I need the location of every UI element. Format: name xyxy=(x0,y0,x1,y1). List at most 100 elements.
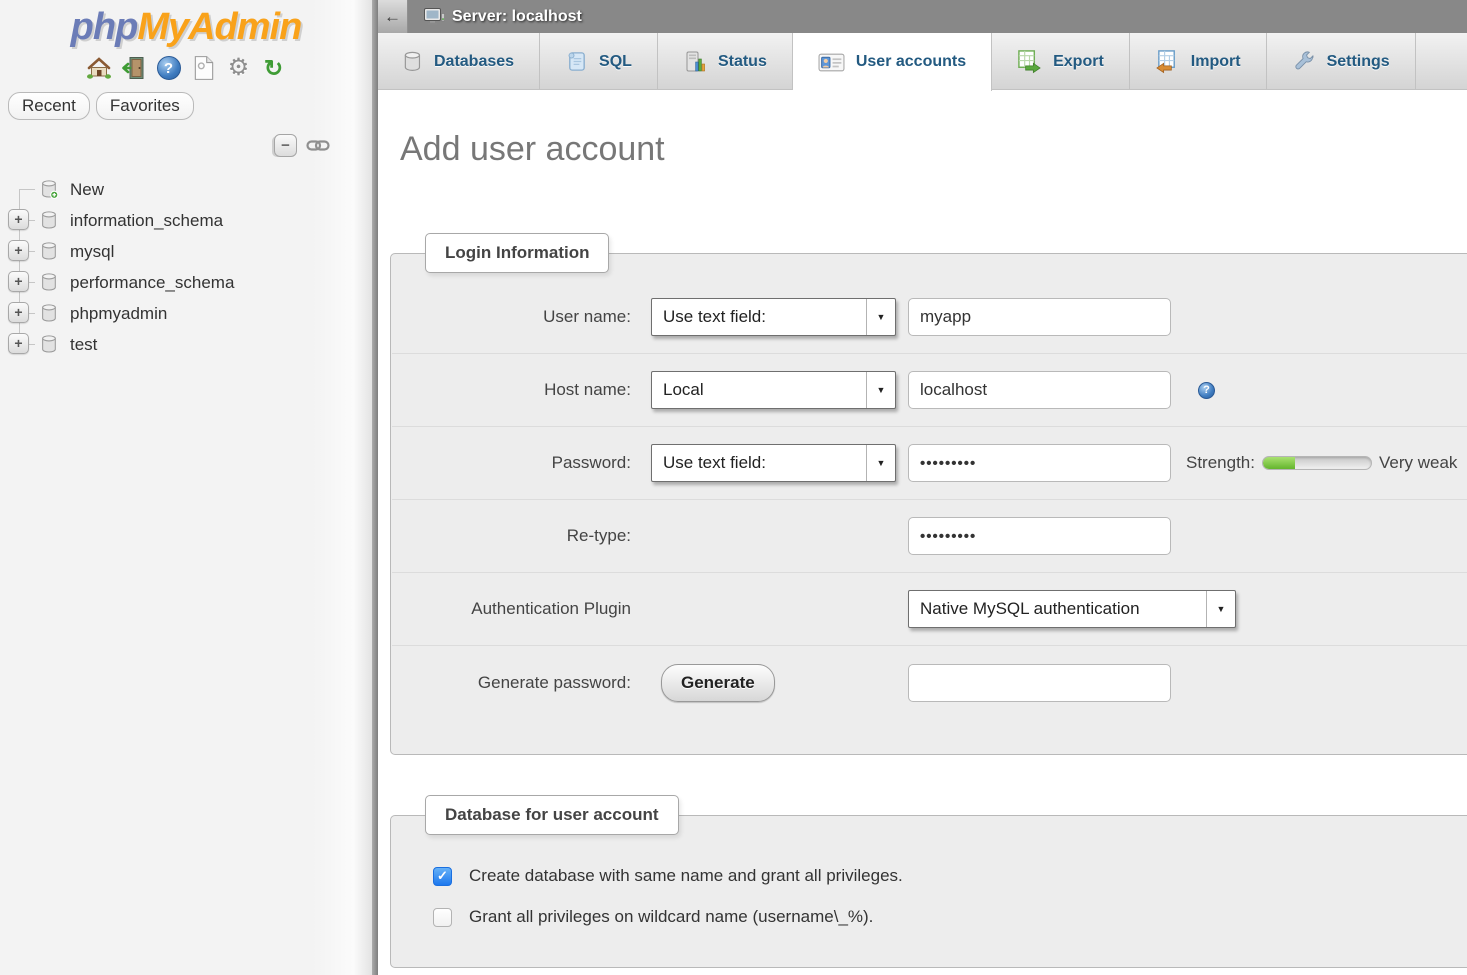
new-database-icon xyxy=(40,180,59,199)
generated-password-input[interactable] xyxy=(908,664,1171,702)
expand-icon[interactable]: + xyxy=(8,209,29,230)
password-label: Password: xyxy=(415,453,631,473)
auth-plugin-row: Authentication Plugin Native MySQL authe… xyxy=(392,573,1467,646)
grant-wildcard-option[interactable]: ✓ Grant all privileges on wildcard name … xyxy=(433,907,1467,927)
auth-plugin-select[interactable]: Native MySQL authentication ▼ xyxy=(908,590,1236,628)
tree-item-label: New xyxy=(70,180,104,200)
database-icon xyxy=(403,51,423,73)
grant-wildcard-label: Grant all privileges on wildcard name (u… xyxy=(469,907,873,927)
tab-sql[interactable]: SQL xyxy=(540,33,658,90)
database-icon xyxy=(40,242,59,261)
documentation-icon[interactable] xyxy=(190,55,217,82)
tab-databases[interactable]: Databases xyxy=(378,33,540,90)
tree-item-test[interactable]: + test xyxy=(0,329,372,360)
phpmyadmin-logo[interactable]: phpMyAdmin xyxy=(0,6,372,49)
hostname-row: Host name: Local ▼ ? xyxy=(392,354,1467,427)
link-with-main-panel-icon[interactable] xyxy=(306,139,330,152)
tree-item-performance-schema[interactable]: + performance_schema xyxy=(0,267,372,298)
database-for-user-account-legend: Database for user account xyxy=(425,795,679,835)
collapse-all-button[interactable]: − xyxy=(274,134,297,157)
tab-label: Import xyxy=(1191,53,1241,71)
chevron-down-icon: ▼ xyxy=(1206,591,1235,627)
tab-label: Export xyxy=(1053,53,1104,71)
create-database-checkbox[interactable]: ✓ xyxy=(433,867,452,886)
chevron-down-icon: ▼ xyxy=(866,299,895,335)
import-icon xyxy=(1155,49,1180,74)
logout-icon[interactable] xyxy=(120,55,147,82)
username-row: User name: Use text field: ▼ xyxy=(392,281,1467,354)
help-icon[interactable]: ? xyxy=(155,55,182,82)
tab-import[interactable]: Import xyxy=(1130,33,1267,90)
documentation-icon-graphic xyxy=(192,55,216,81)
password-type-select[interactable]: Use text field: ▼ xyxy=(651,444,896,482)
settings-gear-icon[interactable]: ⚙ xyxy=(225,55,252,82)
tree-item-mysql[interactable]: + mysql xyxy=(0,236,372,267)
strength-fill xyxy=(1263,457,1295,469)
expand-icon[interactable]: + xyxy=(8,271,29,292)
generate-button[interactable]: Generate xyxy=(661,664,775,702)
hostname-input[interactable] xyxy=(908,371,1171,409)
tab-label: Settings xyxy=(1327,53,1390,71)
password-input[interactable] xyxy=(908,444,1171,482)
expand-icon[interactable]: + xyxy=(8,240,29,261)
logo-myadmin-text: MyAdmin xyxy=(137,6,301,48)
server-title[interactable]: Server: localhost xyxy=(452,8,582,26)
select-value: Use text field: xyxy=(652,453,866,473)
create-database-option[interactable]: ✓ Create database with same name and gra… xyxy=(433,866,1467,886)
chevron-down-icon: ▼ xyxy=(866,372,895,408)
favorites-dropdown[interactable]: Favorites xyxy=(96,92,194,120)
expand-icon[interactable]: + xyxy=(8,302,29,323)
username-input[interactable] xyxy=(908,298,1171,336)
retype-row: Re-type: xyxy=(392,500,1467,573)
logo-php-text: php xyxy=(71,6,138,48)
login-information-fieldset: Login Information User name: Use text fi… xyxy=(390,253,1467,755)
navigation-panel: phpMyAdmin ? xyxy=(0,0,372,975)
home-icon-graphic xyxy=(86,55,112,81)
strength-label: Strength: xyxy=(1186,453,1255,473)
tree-item-new[interactable]: New xyxy=(0,174,372,205)
hostname-label: Host name: xyxy=(415,380,631,400)
tree-controls: − xyxy=(0,132,330,158)
hostname-type-select[interactable]: Local ▼ xyxy=(651,371,896,409)
strength-text: Very weak xyxy=(1379,453,1457,473)
reload-navigation-icon[interactable]: ↻ xyxy=(260,55,287,82)
select-value: Use text field: xyxy=(652,307,866,327)
server-tabs: Databases SQL xyxy=(378,33,1467,90)
logout-icon-graphic xyxy=(121,55,147,81)
auth-plugin-label: Authentication Plugin xyxy=(415,599,631,619)
password-row: Password: Use text field: ▼ Strength: Ve… xyxy=(392,427,1467,500)
generate-password-label: Generate password: xyxy=(415,673,631,693)
retype-label: Re-type: xyxy=(415,526,631,546)
tab-label: Databases xyxy=(434,53,514,71)
gear-glyph: ⚙ xyxy=(228,56,250,80)
retype-password-input[interactable] xyxy=(908,517,1171,555)
username-type-select[interactable]: Use text field: ▼ xyxy=(651,298,896,336)
checkmark-icon: ✓ xyxy=(437,868,448,884)
chevron-down-icon: ▼ xyxy=(866,445,895,481)
recent-dropdown[interactable]: Recent xyxy=(8,92,90,120)
tab-settings[interactable]: Settings xyxy=(1267,33,1416,90)
tab-export[interactable]: Export xyxy=(992,33,1130,90)
tree-item-label: mysql xyxy=(70,242,114,262)
top-header-bar: ← Server: localhost xyxy=(378,0,1467,33)
strength-meter xyxy=(1262,456,1372,470)
navigation-filters: Recent Favorites xyxy=(8,92,372,120)
tab-status[interactable]: Status xyxy=(658,33,793,90)
tab-label: Status xyxy=(718,53,767,71)
settings-wrench-icon xyxy=(1292,50,1316,74)
database-tree: New + information_schema + mysql + perfo… xyxy=(0,174,372,360)
login-information-legend: Login Information xyxy=(425,233,609,273)
tree-item-information-schema[interactable]: + information_schema xyxy=(0,205,372,236)
navigation-toolbar: ? ⚙ ↻ xyxy=(0,54,372,82)
hostname-help-icon[interactable]: ? xyxy=(1198,382,1215,399)
tree-item-label: test xyxy=(70,335,97,355)
expand-icon[interactable]: + xyxy=(8,333,29,354)
home-icon[interactable] xyxy=(85,55,112,82)
tree-item-label: phpmyadmin xyxy=(70,304,167,324)
tab-label: User accounts xyxy=(856,53,966,71)
tree-item-phpmyadmin[interactable]: + phpmyadmin xyxy=(0,298,372,329)
collapse-navigation-button[interactable]: ← xyxy=(378,0,408,33)
database-for-user-account-fieldset: Database for user account ✓ Create datab… xyxy=(390,815,1467,968)
grant-wildcard-checkbox[interactable]: ✓ xyxy=(433,908,452,927)
tab-user-accounts[interactable]: User accounts xyxy=(793,33,992,91)
